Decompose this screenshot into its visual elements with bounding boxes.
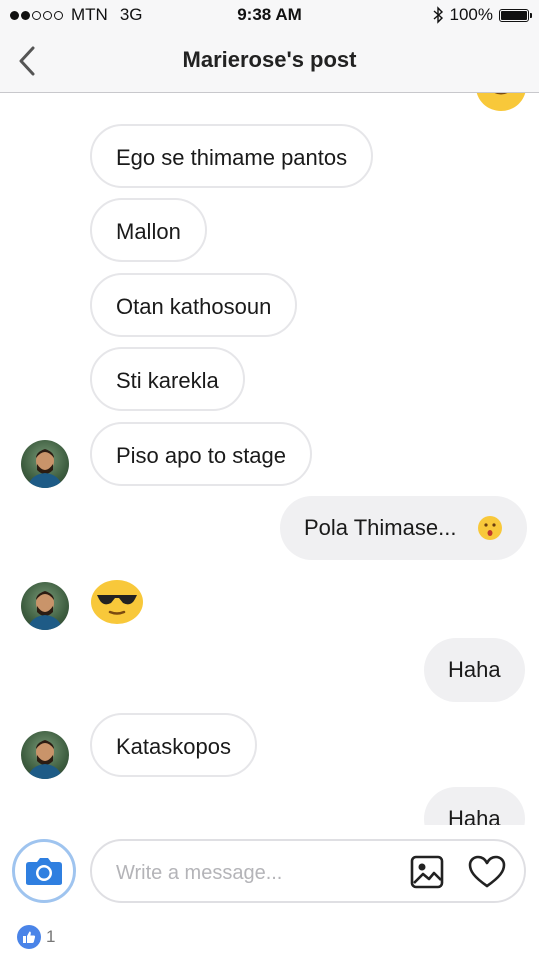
thumbs-up-icon <box>23 931 36 943</box>
page-title: Marierose's post <box>182 47 357 72</box>
message-bubble-outgoing[interactable]: Haha <box>424 787 525 825</box>
message-bubble-incoming[interactable]: Otan kathosoun <box>90 273 298 337</box>
avatar[interactable] <box>21 440 69 488</box>
message-bubble-incoming[interactable]: Sti karekla <box>90 347 245 411</box>
like-badge[interactable] <box>17 925 41 949</box>
message-input[interactable] <box>114 853 398 893</box>
avatar[interactable] <box>21 731 69 779</box>
heart-icon[interactable] <box>468 855 506 889</box>
person-avatar-icon <box>27 449 63 488</box>
message-bubble-incoming[interactable]: Mallon <box>90 198 207 262</box>
battery-percent: 100% <box>449 5 493 24</box>
status-bar: MTN 3G 9:38 AM 100% <box>0 0 539 30</box>
smiling-face-emoji <box>476 93 526 111</box>
status-right: 100% <box>433 5 532 25</box>
like-count: 1 <box>46 927 56 946</box>
message-composer <box>0 825 539 905</box>
camera-icon <box>26 858 62 885</box>
battery-icon <box>499 8 532 22</box>
message-bubble-outgoing[interactable]: Pola Thimase... <box>280 496 527 560</box>
bluetooth-icon <box>433 6 443 24</box>
reactions-footer: 1 <box>0 905 539 960</box>
hushed-face-emoji <box>478 516 502 540</box>
message-bubble-incoming[interactable]: Kataskopos <box>90 713 257 777</box>
message-box <box>90 839 526 903</box>
message-thread[interactable]: Ego se thimame pantos Mallon Otan kathos… <box>0 93 539 825</box>
message-bubble-outgoing[interactable]: Haha <box>424 638 525 702</box>
camera-button[interactable] <box>12 839 76 903</box>
image-icon[interactable] <box>410 855 444 889</box>
sunglasses-emoji[interactable] <box>90 579 144 625</box>
message-bubble-incoming[interactable]: Piso apo to stage <box>90 422 313 486</box>
nav-bar: Marierose's post <box>0 30 539 93</box>
person-avatar-icon <box>27 591 63 630</box>
person-avatar-icon <box>27 740 63 779</box>
avatar[interactable] <box>21 582 69 630</box>
message-text: Pola Thimase... <box>304 515 457 540</box>
message-bubble-incoming[interactable]: Ego se thimame pantos <box>90 124 374 188</box>
